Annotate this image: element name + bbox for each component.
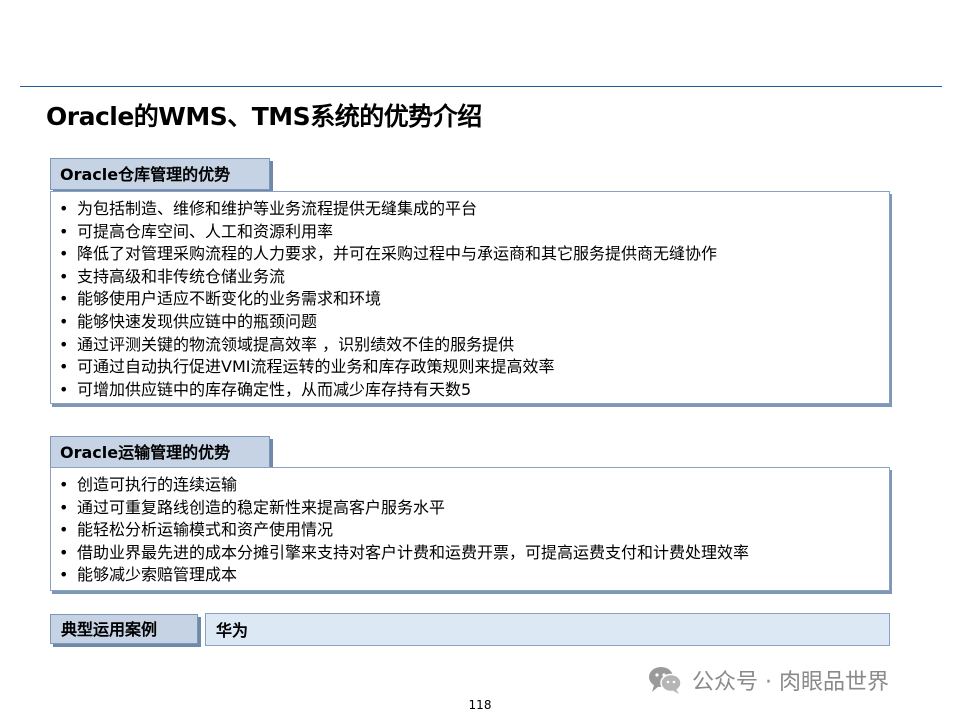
header-divider [20, 86, 942, 87]
list-item: 通过评测关键的物流领域提高效率 ，识别绩效不佳的服务提供 [59, 334, 889, 357]
list-item: 能轻松分析运输模式和资产使用情况 [59, 519, 889, 542]
list-item: 借助业界最先进的成本分摊引擎来支持对客户计费和运费开票，可提高运费支付和计费处理… [59, 542, 889, 565]
transport-advantages-list: 创造可执行的连续运输 通过可重复路线创造的稳定新性来提高客户服务水平 能轻松分析… [59, 474, 889, 587]
list-item: 可提高仓库空间、人工和资源利用率 [59, 221, 889, 244]
case-value: 华为 [205, 613, 890, 646]
case-label: 典型运用案例 [50, 614, 198, 644]
list-item: 通过可重复路线创造的稳定新性来提高客户服务水平 [59, 497, 889, 520]
list-item: 可通过自动执行促进VMI流程运转的业务和库存政策规则来提高效率 [59, 356, 889, 379]
warehouse-advantages-list: 为包括制造、维修和维护等业务流程提供无缝集成的平台 可提高仓库空间、人工和资源利… [59, 198, 889, 401]
list-item: 能够使用户适应不断变化的业务需求和环境 [59, 288, 889, 311]
watermark-text: 公众号 · 肉眼品世界 [692, 670, 889, 695]
transport-advantages-box: 创造可执行的连续运输 通过可重复路线创造的稳定新性来提高客户服务水平 能轻松分析… [50, 467, 890, 591]
page-title: Oracle的WMS、TMS系统的优势介绍 [46, 102, 482, 131]
warehouse-advantages-box: 为包括制造、维修和维护等业务流程提供无缝集成的平台 可提高仓库空间、人工和资源利… [50, 191, 890, 404]
list-item: 降低了对管理采购流程的人力要求，并可在采购过程中与承运商和其它服务提供商无缝协作 [59, 243, 889, 266]
watermark: 公众号 · 肉眼品世界 [648, 664, 889, 696]
list-item: 能够减少索赔管理成本 [59, 564, 889, 587]
transport-section-header: Oracle运输管理的优势 [50, 436, 270, 468]
list-item: 可增加供应链中的库存确定性，从而减少库存持有天数5 [59, 379, 889, 402]
list-item: 能够快速发现供应链中的瓶颈问题 [59, 311, 889, 334]
list-item: 创造可执行的连续运输 [59, 474, 889, 497]
wechat-icon [649, 667, 682, 694]
warehouse-section-header: Oracle仓库管理的优势 [50, 158, 270, 190]
list-item: 支持高级和非传统仓储业务流 [59, 266, 889, 289]
page-number: 118 [468, 698, 492, 712]
list-item: 为包括制造、维修和维护等业务流程提供无缝集成的平台 [59, 198, 889, 221]
